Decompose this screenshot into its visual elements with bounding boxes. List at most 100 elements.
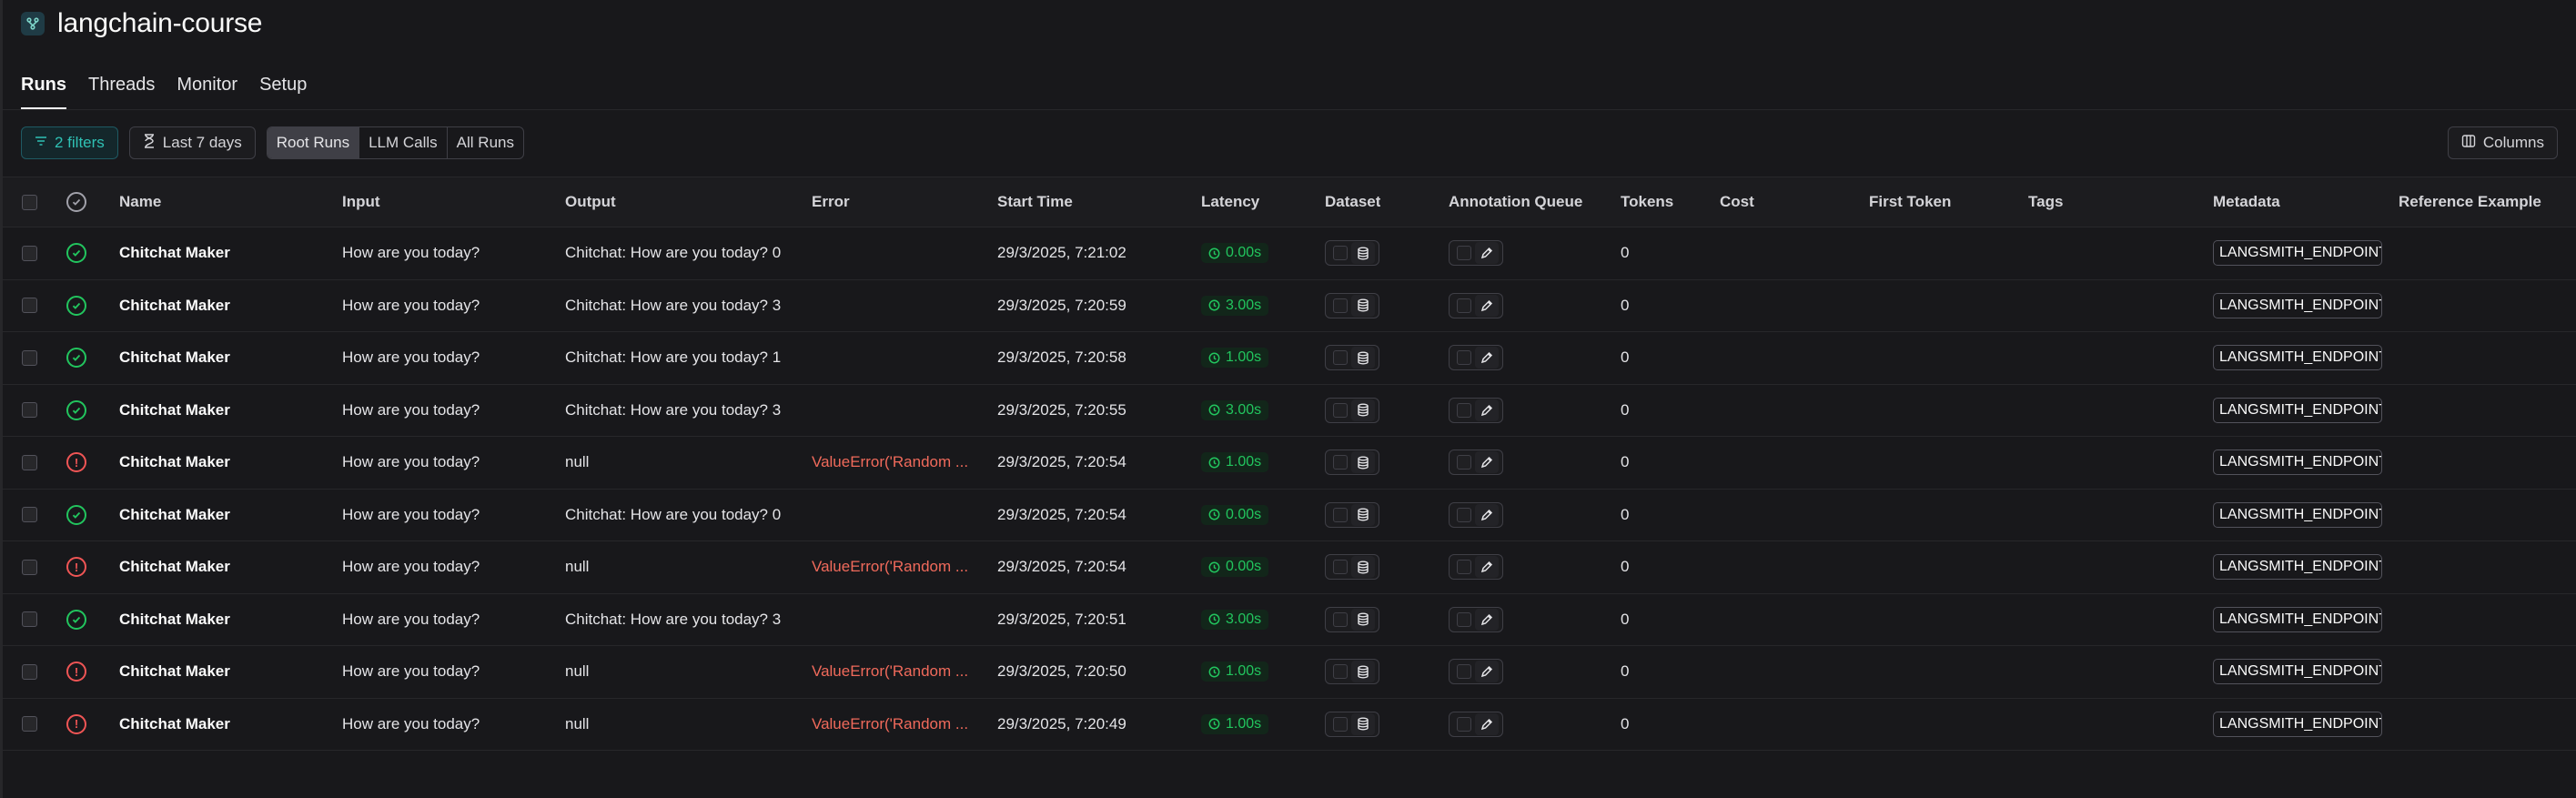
tab-monitor[interactable]: Monitor	[177, 71, 237, 109]
run-name[interactable]: Chitchat Maker	[119, 699, 230, 751]
table-row[interactable]: Chitchat Maker How are you today? Chitchat…	[3, 280, 2576, 332]
metadata-tag[interactable]: LANGSMITH_ENDPOINT	[2213, 659, 2382, 685]
metadata-tag[interactable]: LANGSMITH_ENDPOINT	[2213, 606, 2382, 632]
annotation-queue-control[interactable]	[1449, 606, 1503, 632]
add-to-dataset-control[interactable]	[1325, 292, 1379, 318]
dataset-checkbox[interactable]	[1333, 246, 1348, 261]
header-dataset[interactable]: Dataset	[1325, 177, 1380, 227]
table-row[interactable]: ! Chitchat Maker How are you today? null Val…	[3, 646, 2576, 699]
metadata-tag[interactable]: LANGSMITH_ENDPOINT	[2213, 554, 2382, 581]
annotation-checkbox[interactable]	[1457, 507, 1471, 522]
database-icon[interactable]	[1351, 294, 1375, 317]
table-row[interactable]: Chitchat Maker How are you today? Chitchat…	[3, 385, 2576, 437]
row-checkbox[interactable]	[22, 349, 37, 366]
dataset-checkbox[interactable]	[1333, 560, 1348, 575]
add-to-dataset-control[interactable]	[1325, 554, 1379, 581]
metadata-tag[interactable]: LANGSMITH_ENDPOINT	[2213, 240, 2382, 267]
add-to-dataset-control[interactable]	[1325, 711, 1379, 737]
add-to-dataset-control[interactable]	[1325, 450, 1379, 476]
database-icon[interactable]	[1351, 712, 1375, 735]
row-checkbox[interactable]	[22, 454, 37, 470]
annotation-checkbox[interactable]	[1457, 611, 1471, 627]
table-row[interactable]: Chitchat Maker How are you today? Chitchat…	[3, 227, 2576, 280]
table-row[interactable]: ! Chitchat Maker How are you today? null Val…	[3, 437, 2576, 490]
pencil-icon[interactable]	[1475, 451, 1499, 474]
dataset-checkbox[interactable]	[1333, 402, 1348, 418]
pencil-icon[interactable]	[1475, 399, 1499, 421]
llm-calls-option[interactable]: LLM Calls	[359, 127, 448, 158]
database-icon[interactable]	[1351, 242, 1375, 265]
table-row[interactable]: ! Chitchat Maker How are you today? null Val…	[3, 541, 2576, 594]
table-row[interactable]: Chitchat Maker How are you today? Chitchat…	[3, 594, 2576, 646]
database-icon[interactable]	[1351, 399, 1375, 421]
annotation-checkbox[interactable]	[1457, 560, 1471, 575]
metadata-tag[interactable]: LANGSMITH_ENDPOINT	[2213, 711, 2382, 737]
database-icon[interactable]	[1351, 347, 1375, 369]
row-checkbox[interactable]	[22, 402, 37, 419]
database-icon[interactable]	[1351, 608, 1375, 631]
annotation-checkbox[interactable]	[1457, 455, 1471, 470]
dataset-checkbox[interactable]	[1333, 664, 1348, 680]
annotation-checkbox[interactable]	[1457, 246, 1471, 261]
table-row[interactable]: ! Chitchat Maker How are you today? null Val…	[3, 699, 2576, 751]
run-name[interactable]: Chitchat Maker	[119, 332, 230, 384]
row-checkbox[interactable]	[22, 245, 37, 261]
add-to-dataset-control[interactable]	[1325, 345, 1379, 371]
tab-runs[interactable]: Runs	[21, 71, 66, 109]
header-error[interactable]: Error	[812, 177, 850, 227]
header-tokens[interactable]: Tokens	[1621, 177, 1673, 227]
pencil-icon[interactable]	[1475, 556, 1499, 579]
tab-setup[interactable]: Setup	[259, 71, 307, 109]
header-output[interactable]: Output	[565, 177, 616, 227]
add-to-dataset-control[interactable]	[1325, 240, 1379, 267]
dataset-checkbox[interactable]	[1333, 611, 1348, 627]
row-checkbox[interactable]	[22, 663, 37, 680]
header-annotation-queue[interactable]: Annotation Queue	[1449, 177, 1582, 227]
root-runs-option[interactable]: Root Runs	[267, 127, 360, 158]
header-start-time[interactable]: Start Time	[997, 177, 1073, 227]
run-name[interactable]: Chitchat Maker	[119, 646, 230, 698]
annotation-queue-control[interactable]	[1449, 711, 1503, 737]
annotation-checkbox[interactable]	[1457, 716, 1471, 732]
header-first-token[interactable]: First Token	[1869, 177, 1951, 227]
metadata-tag[interactable]: LANGSMITH_ENDPOINT	[2213, 450, 2382, 476]
header-input[interactable]: Input	[342, 177, 380, 227]
database-icon[interactable]	[1351, 503, 1375, 526]
dataset-checkbox[interactable]	[1333, 507, 1348, 522]
dataset-checkbox[interactable]	[1333, 298, 1348, 313]
select-all-checkbox[interactable]	[22, 194, 37, 210]
dataset-checkbox[interactable]	[1333, 716, 1348, 732]
annotation-checkbox[interactable]	[1457, 298, 1471, 313]
run-name[interactable]: Chitchat Maker	[119, 385, 230, 437]
row-checkbox[interactable]	[22, 507, 37, 523]
tab-threads[interactable]: Threads	[88, 71, 155, 109]
pencil-icon[interactable]	[1475, 661, 1499, 683]
add-to-dataset-control[interactable]	[1325, 501, 1379, 528]
pencil-icon[interactable]	[1475, 294, 1499, 317]
header-metadata[interactable]: Metadata	[2213, 177, 2280, 227]
row-checkbox[interactable]	[22, 298, 37, 314]
pencil-icon[interactable]	[1475, 503, 1499, 526]
table-row[interactable]: Chitchat Maker How are you today? Chitchat…	[3, 332, 2576, 385]
annotation-queue-control[interactable]	[1449, 450, 1503, 476]
run-name[interactable]: Chitchat Maker	[119, 437, 230, 489]
metadata-tag[interactable]: LANGSMITH_ENDPOINT	[2213, 501, 2382, 528]
pencil-icon[interactable]	[1475, 608, 1499, 631]
add-to-dataset-control[interactable]	[1325, 606, 1379, 632]
columns-button[interactable]: Columns	[2447, 126, 2558, 159]
header-name[interactable]: Name	[119, 177, 161, 227]
run-name[interactable]: Chitchat Maker	[119, 280, 230, 332]
annotation-queue-control[interactable]	[1449, 397, 1503, 423]
database-icon[interactable]	[1351, 451, 1375, 474]
metadata-tag[interactable]: LANGSMITH_ENDPOINT	[2213, 292, 2382, 318]
row-checkbox[interactable]	[22, 716, 37, 732]
all-runs-option[interactable]: All Runs	[448, 127, 523, 158]
filters-button[interactable]: 2 filters	[21, 126, 118, 159]
annotation-queue-control[interactable]	[1449, 659, 1503, 685]
metadata-tag[interactable]: LANGSMITH_ENDPOINT	[2213, 345, 2382, 371]
table-row[interactable]: Chitchat Maker How are you today? Chitchat…	[3, 490, 2576, 541]
annotation-queue-control[interactable]	[1449, 554, 1503, 581]
database-icon[interactable]	[1351, 661, 1375, 683]
pencil-icon[interactable]	[1475, 347, 1499, 369]
pencil-icon[interactable]	[1475, 242, 1499, 265]
